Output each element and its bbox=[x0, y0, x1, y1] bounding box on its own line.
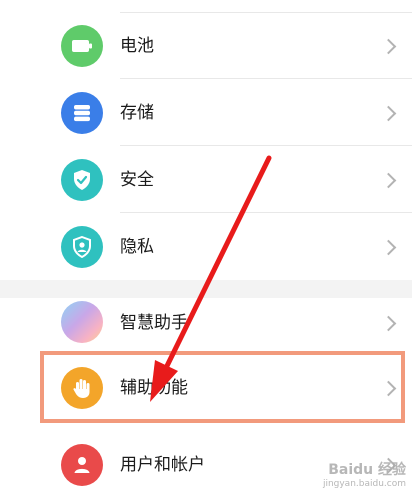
user-icon bbox=[61, 444, 103, 486]
privacy-shield-icon bbox=[61, 226, 103, 268]
settings-item-label: 安全 bbox=[120, 170, 154, 190]
divider bbox=[120, 78, 412, 79]
storage-icon bbox=[61, 92, 103, 134]
chevron-right-icon bbox=[380, 38, 397, 55]
chevron-right-icon bbox=[380, 315, 397, 332]
settings-item-label: 电池 bbox=[120, 36, 154, 56]
shield-check-icon bbox=[61, 159, 103, 201]
watermark-url: jingyan.baidu.com bbox=[322, 479, 406, 489]
settings-item-label: 智慧助手 bbox=[120, 313, 188, 333]
settings-item-label: 隐私 bbox=[120, 237, 154, 257]
divider bbox=[120, 145, 412, 146]
chevron-right-icon bbox=[380, 172, 397, 189]
chevron-right-icon bbox=[380, 105, 397, 122]
highlight-box bbox=[40, 351, 405, 423]
settings-item-battery[interactable]: 电池 bbox=[0, 13, 412, 79]
battery-icon bbox=[61, 25, 103, 67]
settings-item-label: 存储 bbox=[120, 103, 154, 123]
settings-item-label: 用户和帐户 bbox=[120, 455, 205, 475]
chevron-right-icon bbox=[380, 239, 397, 256]
settings-item-smart-assistant[interactable]: 智慧助手 bbox=[0, 290, 412, 356]
smart-assistant-icon bbox=[61, 301, 103, 343]
watermark-brand: Baidu 经验 bbox=[328, 462, 406, 478]
watermark-logo: Baidu 经验 jingyan.baidu.com bbox=[323, 459, 406, 489]
divider bbox=[120, 212, 412, 213]
settings-item-storage[interactable]: 存储 bbox=[0, 80, 412, 146]
settings-item-privacy[interactable]: 隐私 bbox=[0, 214, 412, 280]
settings-item-security[interactable]: 安全 bbox=[0, 147, 412, 213]
